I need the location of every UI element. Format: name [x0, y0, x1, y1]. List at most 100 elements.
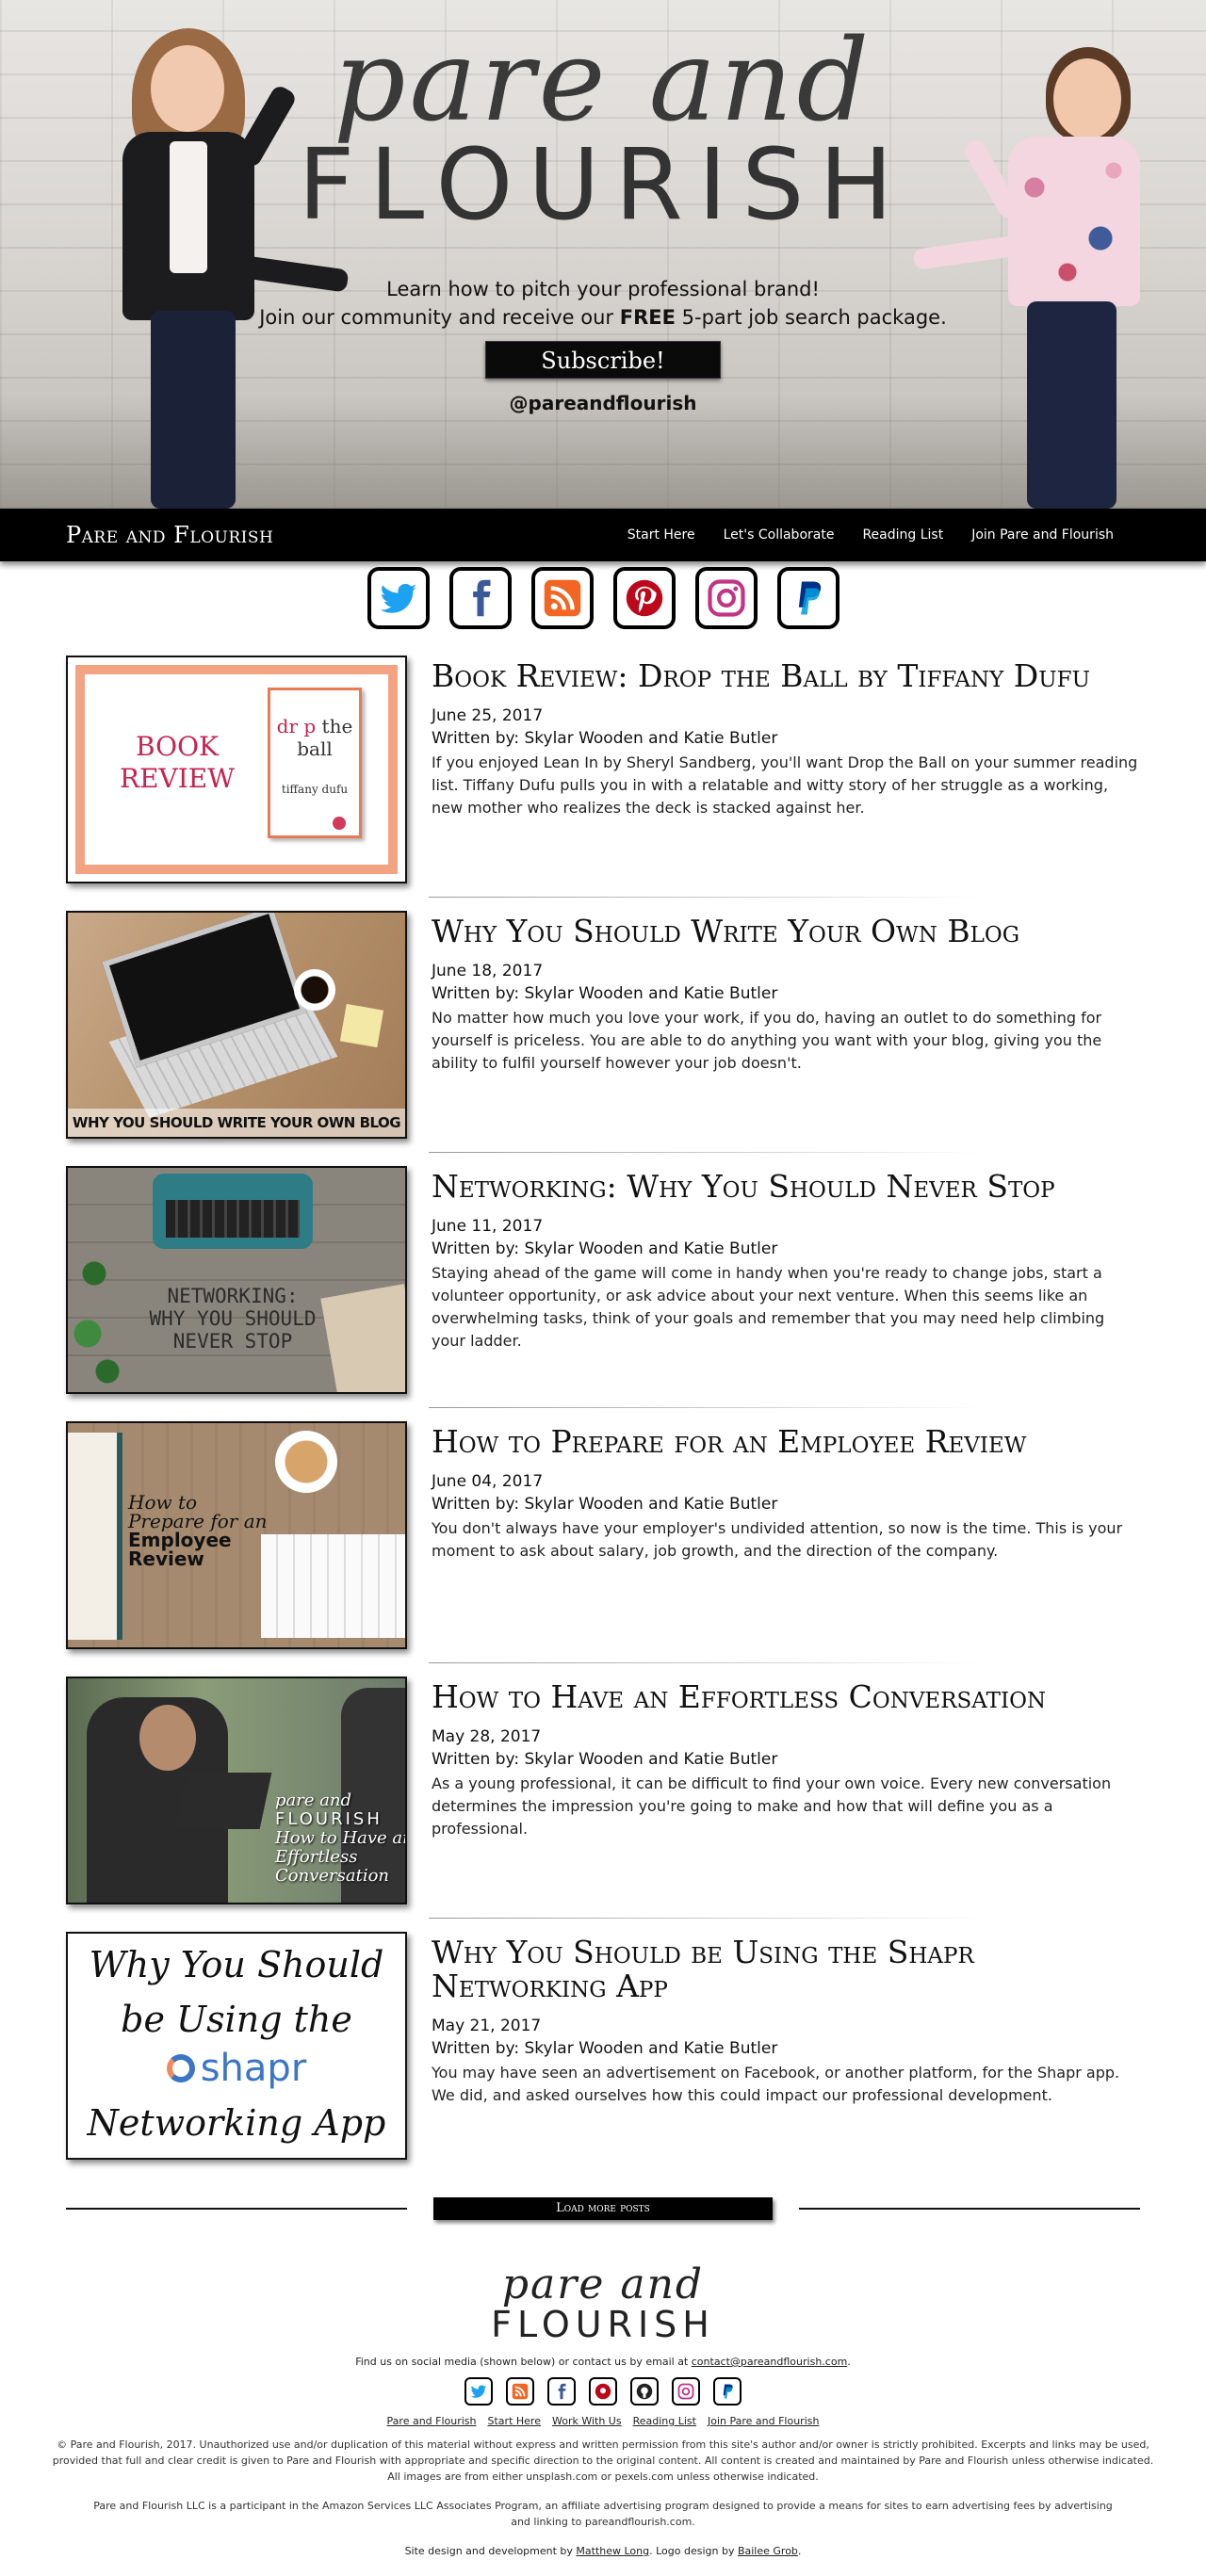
post-body: Why You Should Write Your Own Blog June … [432, 911, 1140, 1075]
post-thumbnail[interactable]: Why You Should be Using the shapr Networ… [66, 1932, 407, 2160]
footer-pinterest-button[interactable] [589, 2377, 617, 2406]
footer-link-join[interactable]: Join Pare and Flourish [708, 2415, 819, 2427]
post-thumbnail[interactable]: WHY YOU SHOULD WRITE YOUR OWN BLOG [66, 911, 407, 1139]
thumb-label: BOOK REVIEW [120, 731, 236, 794]
facebook-button[interactable] [448, 567, 512, 629]
footer-facebook-button[interactable] [547, 2377, 576, 2406]
footer-links: Pare and Flourish Start Here Work With U… [47, 2415, 1159, 2427]
footer-link-reading-list[interactable]: Reading List [633, 2415, 696, 2427]
pinterest-icon [626, 579, 662, 617]
post-body: Networking: Why You Should Never Stop Ju… [432, 1166, 1140, 1353]
post-author: Written by: Skylar Wooden and Katie Butl… [432, 1239, 778, 1258]
footer-rss-button[interactable] [506, 2377, 534, 2406]
facebook-icon [472, 579, 490, 617]
post-date: May 28, 2017 [432, 1727, 542, 1746]
post-thumbnail[interactable]: BOOK REVIEW dr p the ball tiffany dufu [66, 656, 407, 883]
footer-developer-link[interactable]: Matthew Long [576, 2545, 649, 2557]
post-date: June 04, 2017 [432, 1472, 544, 1491]
footer-link-work-with-us[interactable]: Work With Us [552, 2415, 622, 2427]
post-thumbnail[interactable]: NETWORKING: WHY YOU SHOULD NEVER STOP [66, 1166, 407, 1394]
main-navbar: Pare and Flourish Start Here Let's Colla… [0, 509, 1206, 561]
thumb-caption: WHY YOU SHOULD WRITE YOUR OWN BLOG [68, 1109, 405, 1137]
post-title[interactable]: Why You Should Write Your Own Blog [432, 915, 1140, 948]
footer-link-home[interactable]: Pare and Flourish [387, 2415, 477, 2427]
post-author: Written by: Skylar Wooden and Katie Butl… [432, 1750, 778, 1769]
post-title[interactable]: How to Prepare for an Employee Review [432, 1425, 1140, 1459]
pinterest-button[interactable] [612, 567, 676, 629]
footer-instagram-button[interactable] [672, 2377, 700, 2406]
footer: pare and FLOURISH Find us on social medi… [47, 2263, 1159, 2576]
post-body: How to Have an Effortless Conversation M… [432, 1677, 1140, 1840]
instagram-icon [677, 2383, 694, 2400]
post-body: Book Review: Drop the Ball by Tiffany Du… [432, 656, 1140, 819]
post-item: BOOK REVIEW dr p the ball tiffany dufu Bo… [66, 656, 1140, 883]
hero-logo-script: pare and [333, 16, 873, 147]
post-item: WHY YOU SHOULD WRITE YOUR OWN BLOG Why Y… [66, 911, 1140, 1139]
footer-logo-designer-link[interactable]: Bailee Grob [738, 2545, 798, 2557]
post-item: Why You Should be Using the shapr Networ… [66, 1932, 1140, 2160]
footer-amazon-disclosure: Pare and Flourish LLC is a participant i… [93, 2500, 1113, 2528]
footer-twitter-button[interactable] [464, 2377, 493, 2406]
post-title[interactable]: Networking: Why You Should Never Stop [432, 1170, 1140, 1204]
post-date: June 25, 2017 [432, 706, 544, 725]
post-item: pare and FLOURISH How to Have an Effortl… [66, 1677, 1140, 1904]
paypal-icon [723, 2384, 733, 2399]
post-date: May 21, 2017 [432, 2017, 542, 2035]
post-author: Written by: Skylar Wooden and Katie Butl… [432, 984, 778, 1003]
nav-link-join[interactable]: Join Pare and Flourish [971, 527, 1114, 543]
subscribe-button[interactable]: Subscribe! [485, 341, 721, 379]
github-icon [636, 2383, 653, 2400]
hero-tagline-line1: Learn how to pitch your professional bra… [386, 278, 820, 300]
post-excerpt: If you enjoyed Lean In by Sheryl Sandber… [432, 753, 1138, 817]
instagram-icon [707, 579, 745, 617]
post-divider [429, 1407, 985, 1408]
post-excerpt: Staying ahead of the game will come in h… [432, 1264, 1105, 1350]
footer-copyright: © Pare and Flourish, 2017. Unauthorized … [52, 2438, 1154, 2483]
footer-email-link[interactable]: contact@pareandflourish.com [692, 2356, 848, 2368]
post-divider [429, 1152, 985, 1153]
post-body: How to Prepare for an Employee Review Ju… [432, 1421, 1140, 1563]
post-divider [429, 1662, 985, 1663]
hero-tagline: Learn how to pitch your professional bra… [0, 275, 1206, 332]
post-thumbnail[interactable]: pare and FLOURISH How to Have an Effortl… [66, 1677, 407, 1904]
post-excerpt: You don't always have your employer's un… [432, 1519, 1123, 1560]
post-author: Written by: Skylar Wooden and Katie Butl… [432, 2039, 778, 2058]
nav-links: Start Here Let's Collaborate Reading Lis… [627, 527, 1114, 543]
twitter-button[interactable] [367, 567, 430, 629]
post-title[interactable]: How to Have an Effortless Conversation [432, 1680, 1140, 1714]
footer-social-icons [47, 2377, 1159, 2406]
shapr-logo-icon [166, 2054, 195, 2082]
instagram-button[interactable] [694, 567, 758, 629]
paypal-icon [798, 581, 821, 615]
load-more-line-right [799, 2208, 1140, 2210]
nav-brand[interactable]: Pare and Flourish [66, 522, 273, 548]
post-title[interactable]: Why You Should be Using the Shapr Networ… [432, 1936, 1140, 2003]
nav-link-lets-collaborate[interactable]: Let's Collaborate [724, 527, 835, 543]
shapr-logo: shapr [68, 2045, 405, 2092]
post-divider [429, 897, 985, 898]
hero-tagline-line2: Join our community and receive our FREE … [259, 306, 947, 329]
post-excerpt: You may have seen an advertisement on Fa… [432, 2064, 1120, 2104]
footer-link-start-here[interactable]: Start Here [488, 2415, 541, 2427]
footer-logo-main: FLOURISH [491, 2304, 715, 2345]
footer-github-button[interactable] [630, 2377, 659, 2406]
post-excerpt: As a young professional, it can be diffi… [432, 1774, 1112, 1838]
post-list: BOOK REVIEW dr p the ball tiffany dufu Bo… [66, 656, 1140, 2160]
load-more-button[interactable]: Load more posts [433, 2197, 773, 2220]
footer-logo[interactable]: pare and FLOURISH [47, 2263, 1159, 2345]
paypal-button[interactable] [776, 567, 839, 629]
twitter-icon [380, 583, 416, 613]
footer-paypal-button[interactable] [713, 2377, 742, 2406]
rss-button[interactable] [530, 567, 594, 629]
nav-link-start-here[interactable]: Start Here [627, 527, 695, 543]
hero-banner: pare and FLOURISH Learn how to pitch you… [0, 0, 1206, 509]
nav-link-reading-list[interactable]: Reading List [862, 527, 943, 543]
post-thumbnail[interactable]: How to Prepare for an Employee Review [66, 1421, 407, 1649]
book-cover: dr p the ball tiffany dufu [268, 688, 362, 838]
post-title[interactable]: Book Review: Drop the Ball by Tiffany Du… [432, 659, 1140, 693]
hero-logo-main: FLOURISH [298, 127, 908, 242]
thumb-caption: NETWORKING: WHY YOU SHOULD NEVER STOP [149, 1285, 317, 1353]
post-date: June 18, 2017 [432, 962, 544, 980]
footer-contact-text: Find us on social media (shown below) or… [355, 2356, 851, 2368]
post-divider [429, 1918, 985, 1919]
